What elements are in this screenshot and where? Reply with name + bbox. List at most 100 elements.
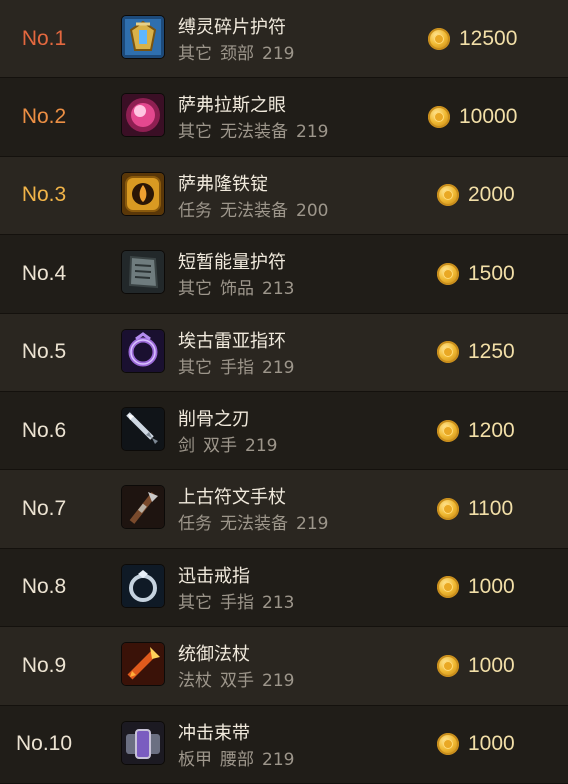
gold-coin-icon (437, 733, 459, 756)
sword-icon (122, 407, 164, 450)
rank-label: No.2 (21, 105, 67, 129)
item-level: 219 (262, 749, 295, 770)
item-meta: 任务 无法装备 200 (178, 196, 336, 221)
list-item[interactable]: No.10 冲击束带 板甲 腰部 219 1000 (0, 705, 568, 784)
price-value: 1250 (468, 340, 515, 364)
gold-coin-icon (428, 106, 450, 129)
item-slot: 无法装备 (220, 122, 288, 143)
price-value: 1000 (468, 575, 515, 599)
gold-coin-icon (428, 27, 450, 50)
item-price: 1200 (437, 392, 515, 469)
list-item[interactable]: No.1 缚灵碎片护符 其它 颈部 219 12500 (0, 0, 568, 79)
rank-label: No.1 (21, 26, 67, 50)
item-name: 短暂能量护符 (178, 252, 286, 274)
price-value: 1500 (468, 261, 515, 285)
list-item[interactable]: No.7 上古符文手杖 任务 无法装备 219 1100 (0, 470, 568, 549)
item-name: 上古符文手杖 (178, 487, 286, 509)
rank-label: No.6 (21, 418, 67, 442)
list-item[interactable]: No.6 削骨之刃 剑双手 219 1200 (0, 391, 568, 471)
item-price-ranking-list: No.1 缚灵碎片护符 其它 颈部 219 12500 No.2 萨弗拉斯之眼 其它… (0, 0, 568, 784)
stone-tablet-icon (122, 251, 164, 294)
item-name: 统御法杖 (178, 644, 250, 666)
item-level: 219 (262, 671, 295, 692)
list-item[interactable]: No.3 萨弗隆铁锭 任务 无法装备 200 2000 (0, 156, 568, 236)
item-type: 其它 (178, 592, 212, 613)
item-price: 2000 (437, 157, 515, 234)
item-price: 1000 (437, 627, 515, 704)
item-name: 削骨之刃 (178, 408, 250, 430)
fire-staff-icon (122, 643, 164, 686)
item-slot: 无法装备 (220, 514, 288, 535)
item-slot: 腰部 (220, 749, 254, 770)
item-slot: 手指 (220, 357, 254, 378)
price-value: 1200 (468, 418, 515, 442)
purple-ring-icon (122, 329, 164, 372)
rank-label: No.8 (21, 575, 67, 599)
amulet-icon (122, 16, 164, 58)
item-name: 缚灵碎片护符 (178, 17, 286, 38)
item-name: 迅击戒指 (178, 565, 250, 587)
price-value: 1100 (468, 497, 514, 521)
gold-coin-icon (437, 184, 459, 207)
gold-coin-icon (437, 262, 459, 285)
item-meta: 剑双手 219 (178, 431, 285, 456)
gold-coin-icon (437, 576, 459, 599)
item-type: 法杖 (178, 671, 212, 692)
item-type: 其它 (178, 357, 212, 378)
price-value: 10000 (459, 105, 518, 129)
item-price: 1100 (437, 470, 513, 547)
item-meta: 其它 手指 219 (178, 353, 302, 378)
rank-label: No.9 (21, 653, 67, 677)
item-meta: 法杖 双手 219 (178, 666, 302, 691)
item-name: 埃古雷亚指环 (178, 330, 286, 352)
item-slot: 饰品 (220, 279, 254, 300)
list-item[interactable]: No.2 萨弗拉斯之眼 其它 无法装备 219 10000 (0, 78, 568, 157)
staff-icon (122, 486, 164, 529)
list-item[interactable]: No.5 埃古雷亚指环 其它 手指 219 1250 (0, 313, 568, 392)
silver-ring-icon (122, 564, 164, 607)
item-type: 任务 (178, 200, 212, 221)
price-value: 1000 (468, 653, 515, 677)
item-price: 10000 (428, 78, 517, 155)
belt-icon (122, 721, 164, 764)
item-name: 萨弗隆铁锭 (178, 173, 268, 195)
price-value: 1000 (468, 732, 515, 756)
list-item[interactable]: No.8 迅击戒指 其它 手指 213 1000 (0, 548, 568, 628)
item-meta: 其它 饰品 213 (178, 274, 302, 299)
item-slot: 手指 (220, 592, 254, 613)
item-level: 219 (296, 514, 329, 535)
item-price: 1000 (437, 549, 515, 626)
item-meta: 其它 无法装备 219 (178, 117, 336, 142)
item-level: 200 (296, 200, 329, 221)
rank-label: No.7 (21, 497, 67, 521)
item-slot: 无法装备 (220, 200, 288, 221)
item-level: 219 (262, 357, 295, 378)
item-meta: 板甲 腰部 219 (178, 745, 302, 770)
item-level: 219 (296, 122, 329, 143)
item-level: 219 (245, 435, 278, 456)
item-slot: 双手 (203, 435, 237, 456)
item-meta: 其它 手指 213 (178, 588, 302, 613)
item-price: 1250 (437, 314, 515, 391)
item-type: 其它 (178, 279, 212, 300)
item-slot: 双手 (220, 671, 254, 692)
gold-coin-icon (437, 419, 459, 442)
list-item[interactable]: No.9 统御法杖 法杖 双手 219 1000 (0, 627, 568, 706)
gold-coin-icon (437, 498, 459, 521)
gold-coin-icon (437, 654, 459, 677)
item-slot: 颈部 (220, 44, 254, 64)
item-meta: 任务 无法装备 219 (178, 509, 336, 534)
rank-label: No.4 (21, 261, 67, 285)
glowing-orb-icon (122, 94, 164, 137)
item-name: 萨弗拉斯之眼 (178, 95, 286, 117)
list-item[interactable]: No.4 短暂能量护符 其它 饰品 213 1500 (0, 235, 568, 314)
item-type: 剑 (178, 435, 195, 456)
item-level: 213 (262, 592, 295, 613)
price-value: 12500 (459, 26, 518, 50)
item-level: 219 (262, 44, 295, 64)
gold-coin-icon (437, 341, 459, 364)
item-name: 冲击束带 (178, 722, 250, 744)
rank-label: No.10 (15, 732, 73, 756)
rank-label: No.3 (21, 183, 67, 207)
item-price: 12500 (428, 0, 517, 77)
